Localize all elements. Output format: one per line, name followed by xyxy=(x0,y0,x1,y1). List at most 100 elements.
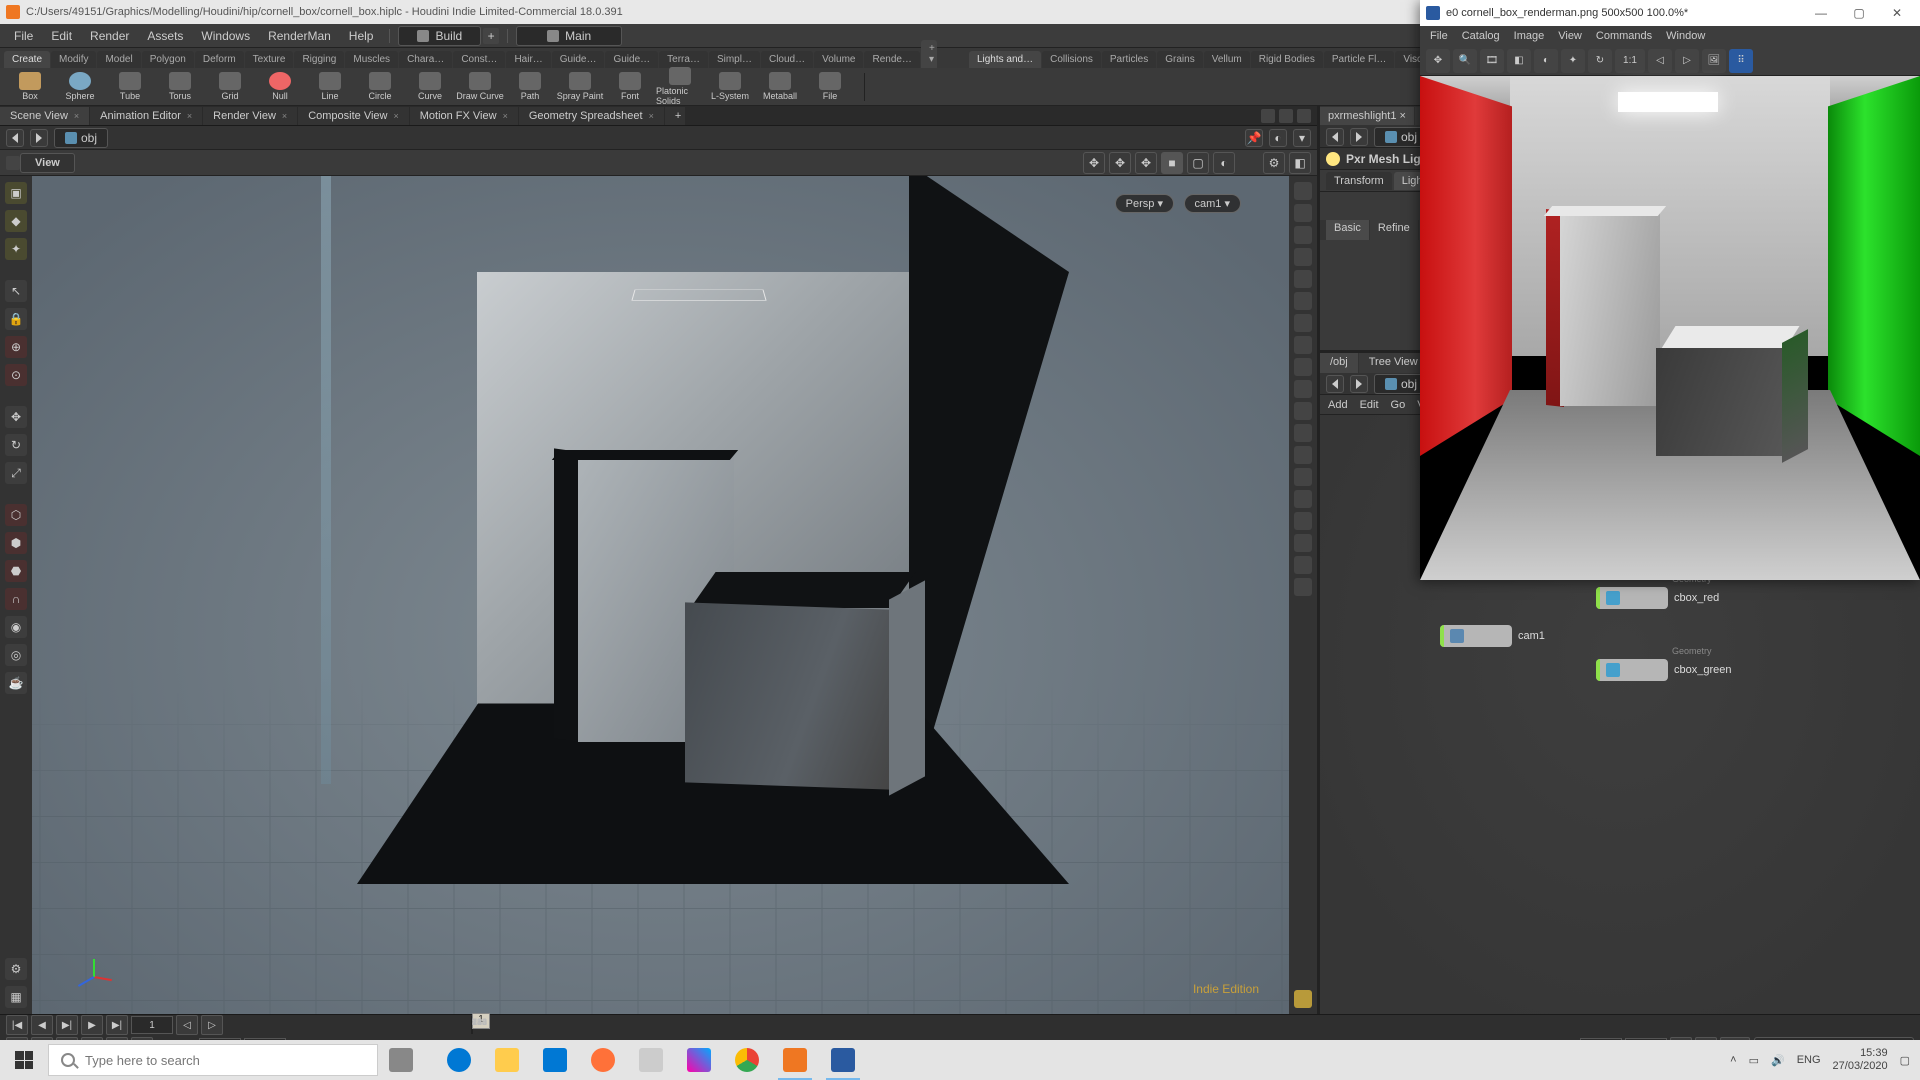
tool-line[interactable]: Line xyxy=(306,72,354,101)
pane-opt-icon[interactable] xyxy=(1297,109,1311,123)
shelf-tab[interactable]: Simpl… xyxy=(709,51,760,68)
tool-null[interactable]: Null xyxy=(256,72,304,101)
globe-icon[interactable]: ◐ xyxy=(1269,129,1287,147)
node-cbox_green[interactable]: cbox_greenGeometry xyxy=(1596,659,1732,681)
taskbar-search[interactable]: Type here to search xyxy=(48,1044,378,1076)
app-image-tool[interactable] xyxy=(820,1040,866,1080)
app-explorer[interactable] xyxy=(484,1040,530,1080)
tool-icon[interactable]: ⬢ xyxy=(5,532,27,554)
net-menu-add[interactable]: Add xyxy=(1328,399,1348,411)
start-button[interactable] xyxy=(0,1040,48,1080)
tool-icon[interactable]: ◉ xyxy=(5,616,27,638)
iv-film-icon[interactable]: 🎞 xyxy=(1480,49,1504,73)
shelf-tab[interactable]: Cloud… xyxy=(761,51,813,68)
timeline-ruler[interactable]: 1 24487296120144168192216 xyxy=(471,1016,473,1034)
shelf-tab[interactable]: Rigid Bodies xyxy=(1251,51,1323,68)
shelf-tab[interactable]: Hair… xyxy=(506,51,550,68)
tool-curve[interactable]: Curve xyxy=(406,72,454,101)
shelf-tab[interactable]: Particle Fl… xyxy=(1324,51,1394,68)
shelf-tab[interactable]: Rende… xyxy=(864,51,919,68)
iv-tool-icon[interactable]: ◐ xyxy=(1534,49,1558,73)
shelf-tab[interactable]: Grains xyxy=(1157,51,1202,68)
shelf-tab[interactable]: Volume xyxy=(814,51,863,68)
node-cam1[interactable]: cam1 xyxy=(1440,625,1545,647)
disp-icon[interactable] xyxy=(1294,446,1312,464)
tool-tube[interactable]: Tube xyxy=(106,72,154,101)
shelf-tab[interactable]: Particles xyxy=(1102,51,1156,68)
disp-icon[interactable] xyxy=(1294,226,1312,244)
ghost-icon[interactable]: ◐ xyxy=(1213,152,1235,174)
pin-icon[interactable]: 📌 xyxy=(1245,129,1263,147)
disp-icon[interactable] xyxy=(1294,292,1312,310)
pane-tab-geo[interactable]: Geometry Spreadsheet× xyxy=(519,107,664,125)
tool-path[interactable]: Path xyxy=(506,72,554,101)
shelf-tab[interactable]: Texture xyxy=(245,51,294,68)
menu-file[interactable]: File xyxy=(6,26,41,46)
menu-edit[interactable]: Edit xyxy=(43,26,80,46)
param-tab[interactable]: pxrmeshlight1 × xyxy=(1320,107,1414,125)
shelf-tab[interactable]: Deform xyxy=(195,51,244,68)
camera-selector[interactable]: cam1 ▾ xyxy=(1184,194,1241,213)
minimize-button[interactable]: — xyxy=(1804,3,1838,23)
arrow-icon[interactable]: ↖ xyxy=(5,280,27,302)
disp-icon[interactable] xyxy=(1294,402,1312,420)
display-opt-icon[interactable]: ◧ xyxy=(1289,152,1311,174)
display-opt-icon[interactable]: ⚙ xyxy=(1263,152,1285,174)
nav-back-icon[interactable] xyxy=(1326,128,1344,146)
iv-tool-icon[interactable]: ⠿ xyxy=(1729,49,1753,73)
shelf-tab[interactable]: Vellum xyxy=(1204,51,1250,68)
tool-icon[interactable]: ⬡ xyxy=(5,504,27,526)
iv-menu-image[interactable]: Image xyxy=(1514,30,1545,42)
iv-tool-icon[interactable]: ◁ xyxy=(1648,49,1672,73)
tool-icon[interactable]: ◎ xyxy=(5,644,27,666)
rotate-icon[interactable]: ↻ xyxy=(5,434,27,456)
dropdown-icon[interactable]: ▾ xyxy=(1293,129,1311,147)
nav-back-icon[interactable] xyxy=(6,129,24,147)
select-rem-icon[interactable]: ✥ xyxy=(1135,152,1157,174)
task-view-icon[interactable] xyxy=(378,1040,424,1080)
nav-back-icon[interactable] xyxy=(1326,375,1344,393)
disp-icon[interactable] xyxy=(1294,358,1312,376)
pane-tab-mfx[interactable]: Motion FX View× xyxy=(410,107,518,125)
app-mail[interactable] xyxy=(532,1040,578,1080)
tool-spray-paint[interactable]: Spray Paint xyxy=(556,72,604,101)
disp-icon[interactable] xyxy=(1294,512,1312,530)
app-generic[interactable] xyxy=(628,1040,674,1080)
tray-lang[interactable]: ENG xyxy=(1797,1054,1821,1066)
desktop-selector[interactable]: Build xyxy=(398,26,481,46)
disp-icon[interactable] xyxy=(1294,314,1312,332)
rendered-image[interactable] xyxy=(1420,76,1920,580)
shelf-tab[interactable]: Chara… xyxy=(399,51,452,68)
iv-titlebar[interactable]: e0 cornell_box_renderman.png 500x500 100… xyxy=(1420,0,1920,26)
iv-zoom-icon[interactable]: 🔍 xyxy=(1453,49,1477,73)
app-firefox[interactable] xyxy=(580,1040,626,1080)
pane-tab-scene-view[interactable]: Scene View× xyxy=(0,107,89,125)
net-menu-go[interactable]: Go xyxy=(1391,399,1406,411)
iv-move-icon[interactable]: ✥ xyxy=(1426,49,1450,73)
disp-icon[interactable] xyxy=(1294,556,1312,574)
pane-tab-comp[interactable]: Composite View× xyxy=(298,107,409,125)
shelf-tab[interactable]: Polygon xyxy=(142,51,194,68)
node-cbox_red[interactable]: cbox_redGeometry xyxy=(1596,587,1719,609)
shelf-tab[interactable]: Lights and… xyxy=(969,51,1041,68)
iv-ratio[interactable]: 1:1 xyxy=(1615,49,1645,73)
shelf-tab[interactable]: Create xyxy=(4,51,50,68)
menu-windows[interactable]: Windows xyxy=(193,26,258,46)
pane-tab-add[interactable]: + xyxy=(665,107,685,125)
iv-menu-view[interactable]: View xyxy=(1558,30,1582,42)
tool-box[interactable]: Box xyxy=(6,72,54,101)
disp-icon[interactable] xyxy=(1294,468,1312,486)
disp-icon[interactable] xyxy=(1294,204,1312,222)
nav-fwd-icon[interactable] xyxy=(30,129,48,147)
persp-selector[interactable]: Persp ▾ xyxy=(1115,194,1174,213)
tool-sphere[interactable]: Sphere xyxy=(56,72,104,101)
tl-step-fwd-icon[interactable]: ▷ xyxy=(201,1015,223,1035)
shelf-tab[interactable]: Collisions xyxy=(1042,51,1101,68)
group-transform[interactable]: Transform xyxy=(1326,172,1392,190)
nav-fwd-icon[interactable] xyxy=(1350,375,1368,393)
tool-icon[interactable]: ∩ xyxy=(5,588,27,610)
shelf-tab[interactable]: Const… xyxy=(453,51,505,68)
maximize-button[interactable]: ▢ xyxy=(1842,3,1876,23)
disp-icon[interactable] xyxy=(1294,424,1312,442)
tool-metaball[interactable]: Metaball xyxy=(756,72,804,101)
